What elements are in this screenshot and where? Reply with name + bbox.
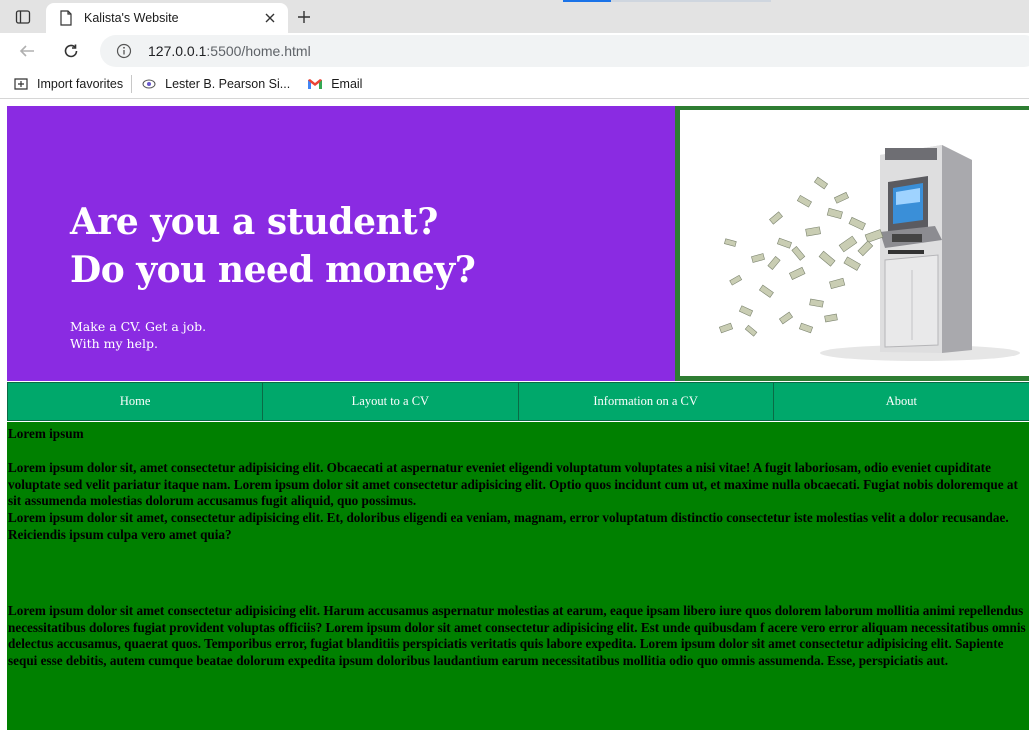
address-bar[interactable]: 127.0.0.1:5500/home.html [100,35,1029,67]
nav-about[interactable]: About [774,383,1029,420]
hero-subtitle-line-1: Make a CV. Get a job. [70,319,207,334]
content-heading: Lorem ipsum [8,426,84,441]
hero-subtitle: Make a CV. Get a job. With my help. [70,318,206,352]
favorite-label: Email [331,76,363,91]
hero-title-line-1: Are you a student? [70,201,438,243]
favorite-school[interactable]: Lester B. Pearson Si... [140,73,290,95]
favorite-label: Import favorites [37,76,124,91]
info-icon[interactable] [116,43,132,59]
main-content: Lorem ipsum Lorem ipsum dolor sit, amet … [7,422,1029,730]
content-paragraph-2: Lorem ipsum dolor sit amet, consectetur … [8,510,1009,542]
back-arrow-icon[interactable] [14,39,40,63]
tab-actions-icon[interactable] [10,6,36,28]
webpage: Are you a student? Do you need money? Ma… [0,100,1029,730]
reload-icon[interactable] [58,39,84,63]
tab-strip-accent-secondary [611,0,771,2]
favorites-divider [131,74,133,93]
browser-tab-active[interactable]: Kalista's Website [46,3,288,33]
content-paragraph-3: Lorem ipsum dolor sit amet consectetur a… [8,602,1026,669]
content-paragraph-1: Lorem ipsum dolor sit, amet consectetur … [8,459,1018,509]
url-text: 127.0.0.1:5500/home.html [148,43,311,59]
tab-title: Kalista's Website [84,11,179,25]
import-icon [12,76,30,92]
url-host: 127.0.0.1 [148,43,207,59]
hero-title: Are you a student? Do you need money? [70,198,476,294]
hero-subtitle-line-2: With my help. [70,336,158,351]
hero-image-frame [675,106,1029,381]
nav-information-on-a-cv[interactable]: Information on a CV [519,383,774,420]
page-icon [58,10,74,26]
main-nav: Home Layout to a CV Information on a CV … [7,382,1029,421]
nav-home[interactable]: Home [8,383,264,420]
favorite-email[interactable]: Email [306,73,362,95]
favorite-import[interactable]: Import favorites [12,73,123,95]
atm-money-image [680,110,1029,376]
close-tab-icon[interactable] [258,6,282,30]
favorite-label: Lester B. Pearson Si... [165,76,291,91]
url-path: :5500/home.html [206,43,311,59]
favorites-bar: Import favorites Lester B. Pearson Si...… [0,69,1029,99]
hero-title-line-2: Do you need money? [70,249,476,291]
browser-toolbar: 127.0.0.1:5500/home.html [0,33,1029,69]
nav-layout-to-a-cv[interactable]: Layout to a CV [263,383,519,420]
school-icon [140,76,158,92]
tab-strip-accent [563,0,611,2]
new-tab-icon[interactable] [292,6,316,28]
gmail-icon [306,76,324,92]
hero-banner: Are you a student? Do you need money? Ma… [7,106,675,381]
browser-tab-bar: Kalista's Website [0,0,1029,33]
